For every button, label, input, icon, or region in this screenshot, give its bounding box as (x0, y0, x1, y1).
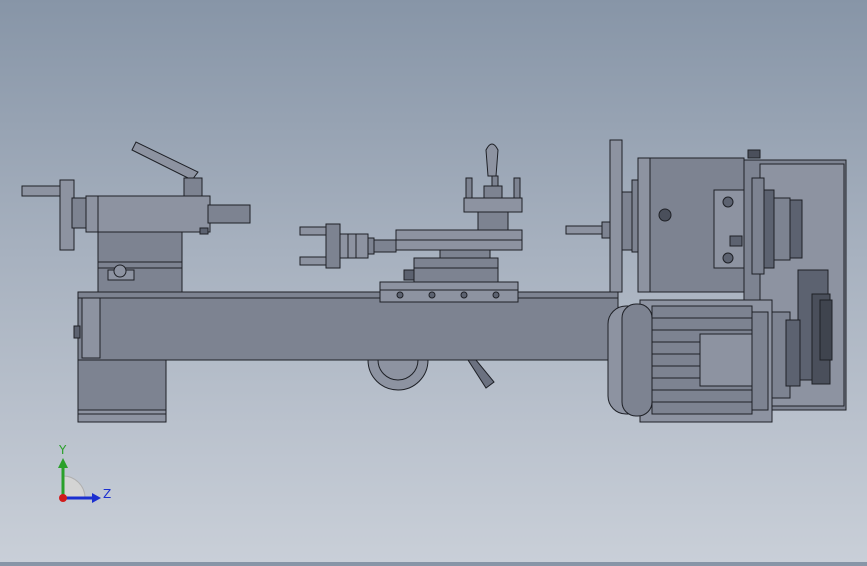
tool-post[interactable] (463, 175, 523, 231)
carriage-handwheel[interactable] (366, 359, 518, 391)
tailstock-lock-lever[interactable] (131, 141, 203, 197)
triad-plane-icon (62, 475, 86, 499)
tool-post-handle[interactable] (485, 143, 499, 177)
y-arrow-icon (58, 458, 68, 468)
bed-leg[interactable] (77, 359, 167, 423)
electric-motor[interactable] (607, 299, 773, 423)
chuck-faceplate[interactable] (565, 139, 641, 293)
cross-slide-handwheel[interactable] (299, 223, 375, 269)
tailstock[interactable] (21, 179, 251, 293)
z-arrow-icon (92, 493, 101, 503)
lathe-bed[interactable] (73, 291, 619, 361)
x-axis-icon (59, 494, 67, 502)
headstock[interactable] (637, 157, 749, 293)
orientation-triad[interactable]: Y Z (44, 442, 154, 512)
y-axis-label: Y (58, 443, 67, 457)
carriage[interactable] (371, 229, 523, 303)
carriage-lever[interactable] (467, 359, 495, 389)
z-axis-label: Z (103, 487, 111, 501)
cad-viewport[interactable]: Y Z (0, 0, 867, 562)
